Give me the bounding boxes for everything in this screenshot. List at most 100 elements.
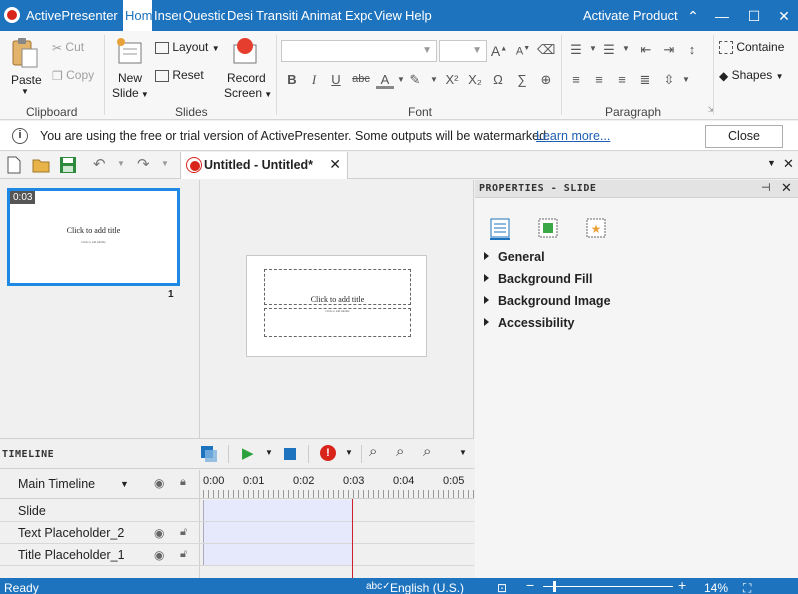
- zoom-fit-icon[interactable]: ⌕: [369, 443, 377, 460]
- close-panel-icon[interactable]: ✕: [783, 156, 794, 172]
- section-background-fill[interactable]: Background Fill: [484, 272, 592, 286]
- decrease-indent-icon[interactable]: ⇤: [637, 42, 655, 58]
- timeline-row-slide[interactable]: Slide: [0, 500, 474, 522]
- menu-help[interactable]: Help: [403, 0, 435, 31]
- spellcheck-icon[interactable]: abc✓: [366, 581, 391, 592]
- menu-insert[interactable]: Inser: [152, 0, 181, 31]
- eye-icon[interactable]: ◉: [154, 548, 164, 562]
- paste-button[interactable]: Paste ▼: [6, 35, 46, 99]
- slide-thumbnail[interactable]: 0:03 Click to add title Click to add sub…: [7, 188, 180, 286]
- chevron-up-icon[interactable]: ⌃: [680, 5, 706, 27]
- close-window-icon[interactable]: ✕: [771, 5, 797, 27]
- line-spacing-icon[interactable]: ↕: [683, 42, 701, 57]
- subtitle-placeholder[interactable]: Click to add subtitle: [264, 308, 411, 337]
- section-background-image[interactable]: Background Image: [484, 294, 611, 308]
- lock-icon[interactable]: 🔒︎: [180, 476, 186, 489]
- special-char-icon[interactable]: ⊕: [537, 72, 555, 88]
- zoom-slider-thumb[interactable]: [553, 581, 556, 592]
- timeline-track[interactable]: [203, 522, 353, 543]
- vertical-align-icon[interactable]: ⇳: [660, 72, 678, 88]
- chevron-down-icon[interactable]: ▼: [117, 159, 125, 168]
- record-button-icon[interactable]: !: [320, 445, 336, 461]
- menu-export[interactable]: Expo: [343, 0, 372, 31]
- align-left-icon[interactable]: ≡: [567, 72, 585, 87]
- select-mode-icon[interactable]: [200, 445, 218, 463]
- zoom-in-button[interactable]: +: [678, 577, 686, 593]
- timeline-track[interactable]: [203, 500, 353, 521]
- eye-icon[interactable]: ◉: [154, 476, 164, 490]
- general-properties-tab-icon[interactable]: [488, 216, 512, 240]
- new-file-icon[interactable]: [6, 156, 22, 174]
- close-panel-icon[interactable]: ✕: [781, 180, 792, 196]
- interaction-tab-icon[interactable]: ★: [584, 216, 608, 240]
- clear-format-icon[interactable]: ⌫: [537, 42, 555, 58]
- menu-view[interactable]: View: [372, 0, 403, 31]
- stop-icon[interactable]: [284, 448, 296, 460]
- symbol-button[interactable]: Ω: [489, 72, 507, 87]
- cut-button[interactable]: ✂ Cut: [52, 40, 84, 55]
- bold-button[interactable]: B: [283, 72, 301, 87]
- document-tab[interactable]: Untitled - Untitled* ✕: [180, 152, 348, 179]
- close-tab-icon[interactable]: ✕: [329, 156, 341, 173]
- chevron-down-icon[interactable]: ▼: [425, 75, 443, 84]
- open-folder-icon[interactable]: [32, 156, 50, 174]
- chevron-down-icon[interactable]: ▼: [677, 75, 695, 84]
- menu-questions[interactable]: Questic: [181, 0, 225, 31]
- shrink-font-button[interactable]: A▼: [514, 45, 532, 58]
- copy-button[interactable]: ❐ Copy: [52, 68, 94, 83]
- numbering-icon[interactable]: ☰: [600, 42, 618, 58]
- undo-icon[interactable]: ↶: [93, 155, 106, 173]
- title-placeholder[interactable]: Click to add title: [264, 269, 411, 305]
- timeline-playhead[interactable]: [352, 499, 353, 579]
- fit-view-icon[interactable]: ⊡: [497, 581, 507, 594]
- chevron-down-icon[interactable]: ▼: [120, 479, 129, 489]
- unlock-icon[interactable]: 🔓︎: [180, 548, 187, 561]
- font-size-select[interactable]: ▼: [439, 40, 487, 62]
- minimize-icon[interactable]: —: [709, 5, 735, 27]
- unlock-icon[interactable]: 🔓︎: [180, 526, 187, 539]
- chevron-down-icon[interactable]: ▼: [459, 448, 467, 457]
- chevron-down-icon[interactable]: ▼: [265, 448, 273, 457]
- subscript-button[interactable]: X₂: [466, 72, 484, 87]
- section-general[interactable]: General: [484, 250, 545, 264]
- panel-menu-icon[interactable]: ▼: [767, 158, 776, 168]
- shapes-button[interactable]: ◆ Shapes ▼: [719, 68, 784, 83]
- underline-button[interactable]: U: [327, 72, 345, 87]
- grow-font-button[interactable]: A▲: [490, 43, 508, 59]
- dialog-launcher-icon[interactable]: ⇲: [702, 105, 720, 114]
- fullscreen-icon[interactable]: ⛶: [743, 581, 751, 594]
- strikethrough-button[interactable]: abc: [350, 73, 372, 85]
- layout-button[interactable]: Layout ▼: [155, 40, 220, 54]
- slide-canvas[interactable]: Click to add title Click to add subtitle: [246, 255, 427, 357]
- chevron-down-icon[interactable]: ▼: [345, 448, 353, 457]
- italic-button[interactable]: I: [305, 72, 323, 88]
- align-center-icon[interactable]: ≡: [590, 72, 608, 87]
- chevron-down-icon[interactable]: ▼: [617, 44, 635, 53]
- record-screen-button[interactable]: Record Screen ▼: [222, 35, 272, 100]
- zoom-in-icon[interactable]: ⌕: [423, 443, 431, 460]
- chevron-down-icon[interactable]: ▼: [161, 159, 169, 168]
- status-language[interactable]: English (U.S.): [390, 581, 464, 594]
- equation-icon[interactable]: ∑: [513, 72, 531, 87]
- menu-design[interactable]: Desi: [225, 0, 254, 31]
- maximize-icon[interactable]: ☐: [741, 5, 767, 27]
- play-icon[interactable]: ▶: [242, 444, 254, 462]
- redo-icon[interactable]: ↷: [137, 155, 150, 173]
- increase-indent-icon[interactable]: ⇥: [660, 42, 678, 58]
- eye-icon[interactable]: ◉: [154, 526, 164, 540]
- zoom-slider[interactable]: [543, 586, 673, 587]
- size-position-tab-icon[interactable]: [536, 216, 560, 240]
- timeline-row-title-placeholder[interactable]: Title Placeholder_1 ◉ 🔓︎: [0, 544, 474, 566]
- learn-more-link[interactable]: Learn more...: [536, 129, 610, 143]
- justify-icon[interactable]: ≣: [636, 72, 654, 88]
- close-notice-button[interactable]: Close: [705, 125, 783, 148]
- font-family-select[interactable]: ▼: [281, 40, 437, 62]
- menu-animations[interactable]: Animat: [299, 0, 343, 31]
- pin-icon[interactable]: ⊣: [761, 181, 771, 194]
- highlight-icon[interactable]: ✎: [406, 72, 424, 88]
- timeline-row-text-placeholder[interactable]: Text Placeholder_2 ◉ 🔓︎: [0, 522, 474, 544]
- reset-button[interactable]: Reset: [155, 68, 204, 82]
- menu-home[interactable]: Hom: [123, 0, 152, 31]
- zoom-out-icon[interactable]: ⌕: [396, 443, 404, 460]
- superscript-button[interactable]: X²: [443, 72, 461, 87]
